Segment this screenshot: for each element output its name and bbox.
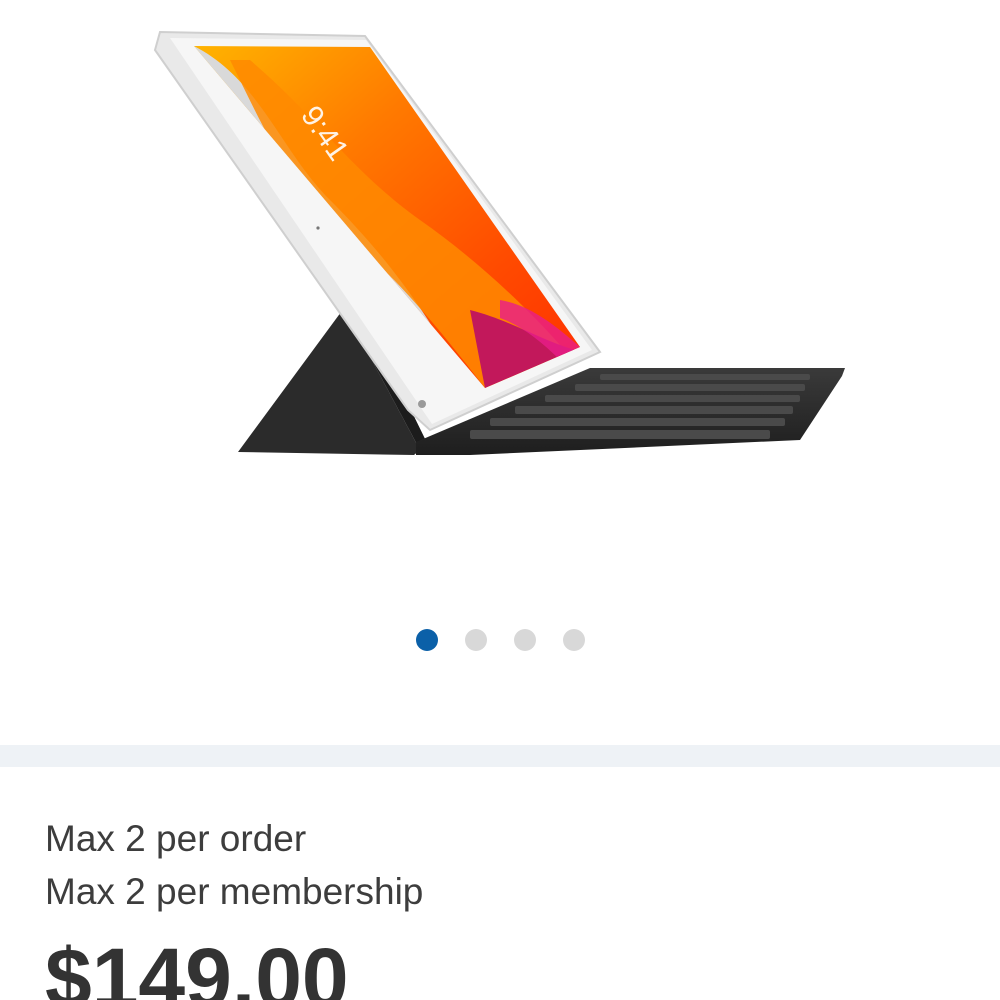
- max-per-membership-text: Max 2 per membership: [45, 871, 424, 912]
- price: $149.00: [45, 931, 349, 1000]
- carousel-dot-1[interactable]: [415, 629, 438, 651]
- product-detail-page: 9:41 Max 2 per order Max 2 per membershi…: [0, 0, 1000, 1000]
- product-image[interactable]: 9:41: [0, 0, 1000, 600]
- carousel-dot-4[interactable]: [562, 629, 585, 651]
- carousel-dot-2[interactable]: [464, 629, 487, 651]
- section-divider: [0, 745, 1000, 767]
- purchase-info: Max 2 per order Max 2 per membership $14…: [45, 812, 965, 1000]
- product-gallery[interactable]: 9:41: [0, 0, 1000, 745]
- carousel-dot-3[interactable]: [513, 629, 536, 651]
- carousel-indicator[interactable]: [0, 629, 1000, 653]
- max-per-order-text: Max 2 per order: [45, 818, 307, 859]
